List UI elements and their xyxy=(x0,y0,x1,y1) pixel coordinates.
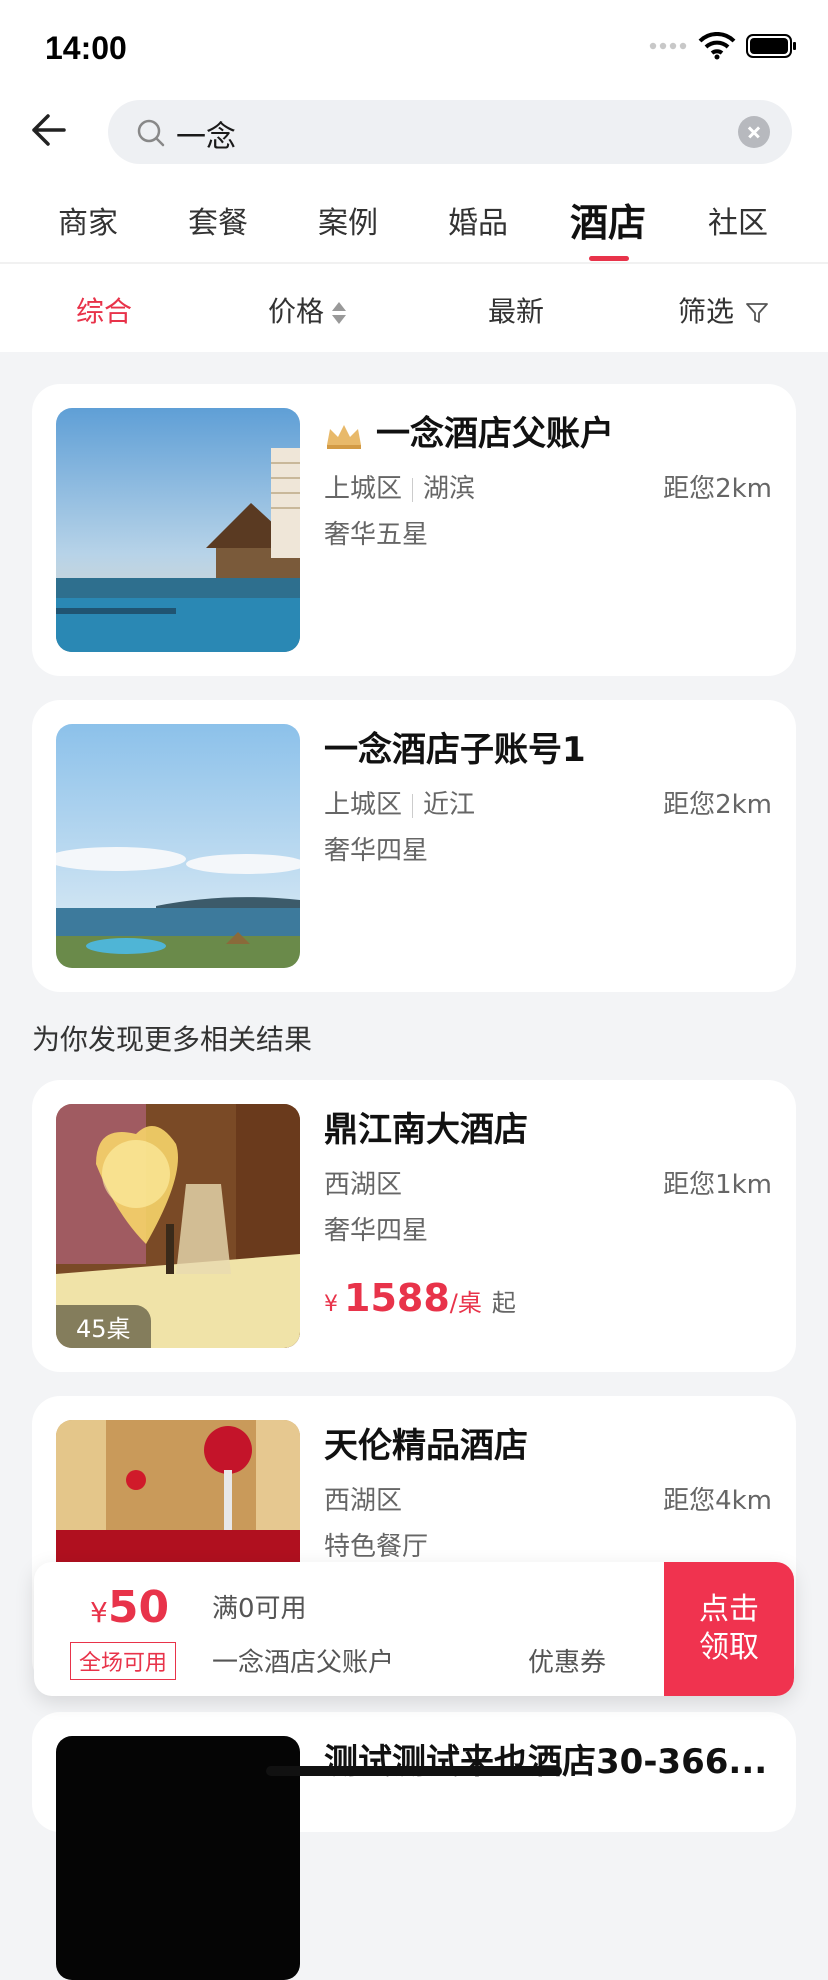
hotel-district: 上城区 xyxy=(324,474,403,504)
claim-coupon-button[interactable]: 点击 领取 xyxy=(664,1562,794,1696)
sort-price-label: 价格 xyxy=(268,295,325,328)
sort-bar: 综合 价格 最新 筛选 xyxy=(0,264,828,352)
price-value: 1588 xyxy=(344,1276,450,1320)
coupon-banner: ¥50 全场可用 满0可用 一念酒店父账户 优惠券 点击 领取 xyxy=(34,1562,794,1696)
sort-price[interactable]: 价格 xyxy=(268,290,347,330)
filter-label: 筛选 xyxy=(678,295,735,328)
tab-cases[interactable]: 案例 xyxy=(288,198,408,242)
coupon-amount: ¥50 xyxy=(90,1582,169,1633)
claim-label-1: 点击 xyxy=(699,1592,759,1627)
hotel-distance: 距您2km xyxy=(663,474,772,504)
clear-icon[interactable] xyxy=(738,116,770,148)
header: 14:00 一念 商家 套餐 案例 婚品 酒店 社区 综合 价格 最新 筛选 xyxy=(0,0,828,352)
hotel-district: 西湖区 xyxy=(324,1170,403,1200)
price: ¥1588/桌起 xyxy=(324,1276,516,1320)
active-tab-indicator xyxy=(589,256,629,261)
tab-merchants[interactable]: 商家 xyxy=(28,198,148,242)
currency-symbol: ¥ xyxy=(90,1596,108,1629)
hotel-name: 一念酒店子账号1 xyxy=(324,730,586,770)
status-icons xyxy=(648,32,798,60)
tab-wedding-goods[interactable]: 婚品 xyxy=(418,198,538,242)
status-time: 14:00 xyxy=(45,30,127,66)
more-results-label: 为你发现更多相关结果 xyxy=(32,1023,313,1056)
hotel-level: 奢华五星 xyxy=(324,520,429,550)
hotel-name-text: 一念酒店父账户 xyxy=(376,414,614,454)
hotel-name: 天伦精品酒店 xyxy=(324,1426,528,1466)
coupon-scope-badge: 全场可用 xyxy=(70,1642,177,1680)
tables-badge: 45桌 xyxy=(56,1305,151,1348)
sort-comprehensive[interactable]: 综合 xyxy=(76,290,132,330)
tab-hotels[interactable]: 酒店 xyxy=(548,192,668,247)
sort-arrows-icon xyxy=(332,302,347,324)
currency-symbol: ¥ xyxy=(324,1292,338,1317)
tab-packages[interactable]: 套餐 xyxy=(158,198,278,242)
hotel-district: 西湖区 xyxy=(324,1486,403,1516)
hotel-card[interactable]: 一念酒店父账户 上城区 湖滨 距您2km 奢华五星 xyxy=(32,384,796,676)
coupon-shop: 一念酒店父账户 xyxy=(212,1648,395,1678)
coupon-type: 优惠券 xyxy=(528,1648,607,1678)
hotel-name: 一念酒店父账户 xyxy=(324,406,614,455)
hotel-card[interactable]: 一念酒店子账号1 上城区 近江 距您2km 奢华四星 xyxy=(32,700,796,992)
sort-latest[interactable]: 最新 xyxy=(488,290,544,330)
hotel-level: 奢华四星 xyxy=(324,1216,429,1246)
search-input[interactable]: 一念 xyxy=(176,112,236,156)
signal-icon xyxy=(649,42,687,50)
hotel-photo xyxy=(56,1736,300,1980)
back-arrow-icon[interactable] xyxy=(28,110,68,150)
hotel-area: 湖滨 xyxy=(423,474,476,504)
hotel-name: 鼎江南大酒店 xyxy=(324,1110,528,1150)
price-unit: /桌 xyxy=(449,1289,482,1317)
hotel-photo xyxy=(56,408,300,652)
divider xyxy=(412,477,414,502)
hotel-distance: 距您4km xyxy=(663,1486,772,1516)
filter-button[interactable]: 筛选 xyxy=(678,290,770,330)
hotel-level: 奢华四星 xyxy=(324,836,429,866)
hotel-location: 上城区 近江 xyxy=(324,784,475,821)
search-icon xyxy=(137,119,165,147)
coupon-value: 50 xyxy=(107,1582,170,1633)
hotel-district: 上城区 xyxy=(324,790,403,820)
tab-community[interactable]: 社区 xyxy=(678,198,798,242)
crown-icon xyxy=(327,424,361,449)
coupon-condition: 满0可用 xyxy=(212,1594,307,1624)
wifi-icon xyxy=(698,32,736,60)
hotel-distance: 距您1km xyxy=(663,1170,772,1200)
search-bar[interactable]: 一念 xyxy=(108,100,792,164)
hotel-level: 特色餐厅 xyxy=(324,1532,429,1562)
claim-label-2: 领取 xyxy=(699,1630,759,1665)
hotel-card[interactable]: 45桌 鼎江南大酒店 西湖区 距您1km 奢华四星 ¥1588/桌起 xyxy=(32,1080,796,1372)
battery-icon xyxy=(746,34,796,58)
hotel-area: 近江 xyxy=(423,790,476,820)
hotel-photo xyxy=(56,724,300,968)
hotel-distance: 距您2km xyxy=(663,790,772,820)
divider xyxy=(412,793,414,818)
home-indicator xyxy=(266,1766,562,1776)
hotel-location: 上城区 湖滨 xyxy=(324,468,475,505)
price-suffix: 起 xyxy=(491,1289,516,1317)
category-tabs: 商家 套餐 案例 婚品 酒店 社区 xyxy=(0,190,828,261)
funnel-icon xyxy=(746,303,768,323)
hotel-photo: 45桌 xyxy=(56,1104,300,1348)
